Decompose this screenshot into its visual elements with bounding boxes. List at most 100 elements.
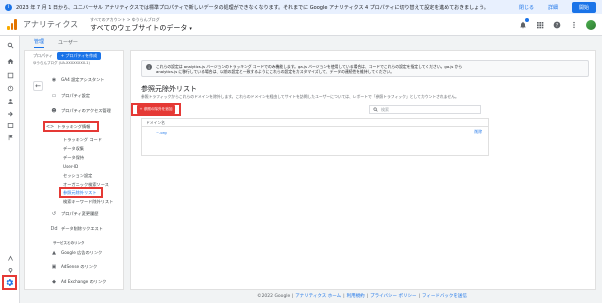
admin-gear-icon[interactable] (2, 275, 17, 290)
nav-item-data-deletion[interactable]: Dd データ削除リクエスト (50, 226, 103, 232)
footer-separator: | (418, 293, 421, 299)
nav-item-tracking-info[interactable]: <> トラッキング情報 (45, 124, 91, 130)
view-name-wrap: すべてのウェブサイトのデータ ▾ (90, 23, 192, 33)
nav-item-label: プロパティ設定 (61, 93, 91, 98)
audience-icon[interactable] (5, 96, 15, 106)
add-referral-exclusion-button[interactable]: + 参照の除外を追加 (136, 105, 176, 114)
delete-link[interactable]: 削除 (474, 129, 482, 135)
referral-exclusion-panel: i これらの設定は analytics.js バージョンのトラッキング コードで… (130, 50, 596, 290)
notification-banner: i 2023 年 7 月 1 日から、ユニバーサル アナリティクスでは標準プロパ… (0, 0, 602, 14)
footer-separator: | (343, 293, 345, 299)
discover-icon[interactable] (5, 265, 15, 275)
footer-link-privacy[interactable]: プライバシー ポリシー (370, 293, 416, 299)
admin-tabs: 管理 ユーザー (20, 36, 602, 48)
table-header-domain: ドメイン名 (142, 119, 488, 127)
property-label: プロパティ (33, 53, 53, 58)
property-header: プロパティ + プロパティを作成 (25, 51, 123, 61)
search-placeholder: 検索 (381, 106, 389, 112)
back-arrow-icon[interactable]: ← (33, 81, 43, 91)
banner-details-link[interactable]: 詳細 (548, 4, 558, 11)
avatar[interactable] (586, 19, 596, 30)
home-icon[interactable] (5, 56, 15, 66)
info-notice-line-2: analytics.js に移行している場合は、以前の設定と一致するようにこれら… (156, 69, 395, 74)
nav-item-property-settings[interactable]: ▭ プロパティ設定 (51, 93, 90, 99)
banner-start-button[interactable]: 開始 (571, 1, 596, 13)
nav-item-adsense-link[interactable]: ▣ AdSense のリンク (51, 264, 98, 270)
table-row: ~.org 削除 (142, 127, 488, 137)
behavior-icon[interactable] (5, 120, 15, 130)
more-vert-icon[interactable] (569, 20, 578, 29)
dd-icon: Dd (50, 226, 58, 232)
apps-grid-icon[interactable] (535, 20, 544, 29)
header-actions: ? (518, 18, 596, 30)
nav-item-property-access[interactable]: ☻ プロパティのアクセス管理 (51, 108, 111, 114)
property-selector[interactable]: ゆうらんブログ (UA-XXXXXXXX-1) (25, 61, 123, 68)
realtime-icon[interactable] (5, 83, 15, 93)
service-links-heading: サービスとのリンク (53, 241, 85, 245)
account-selector[interactable]: すべてのアカウント > ゆうらんブログ すべてのウェブサイトのデータ ▾ (90, 17, 192, 33)
settings-page-icon: ▭ (51, 93, 57, 99)
bell-icon[interactable] (518, 18, 529, 29)
nav-item-change-history[interactable]: ↺ プロパティ変更履歴 (51, 211, 99, 217)
chevron-down-icon: ▾ (189, 25, 192, 32)
nav-item-adx-link[interactable]: ◆ Ad Exchange のリンク (51, 279, 106, 285)
sub-item-search-term-exclusion[interactable]: 検索キーワード除外リスト (63, 199, 113, 205)
nav-item-label: プロパティ変更履歴 (61, 211, 99, 216)
conversions-icon[interactable] (5, 132, 15, 142)
info-icon: i (5, 3, 12, 11)
footer-link-feedback[interactable]: フィードバックを送信 (422, 293, 467, 299)
google-ads-icon: ▲ (52, 250, 56, 256)
sub-item-referral-exclusion[interactable]: 参照元除外リスト (63, 190, 97, 196)
domain-link[interactable]: ~.org (156, 130, 167, 135)
sub-item-data-retention[interactable]: データ保持 (63, 155, 84, 161)
page-description: 参照トラフィックからこれらのドメインを除外します。これらのドメインを経由してサイ… (141, 94, 459, 99)
analytics-logo-icon[interactable] (7, 19, 18, 30)
tab-user[interactable]: ユーザー (58, 37, 78, 48)
banner-close-link[interactable]: 閉じる (519, 4, 534, 11)
acquisition-icon[interactable] (5, 108, 15, 118)
banner-message: 2023 年 7 月 1 日から、ユニバーサル アナリティクスでは標準プロパティ… (16, 4, 489, 11)
nav-item-label: Ad Exchange のリンク (61, 279, 107, 284)
sub-item-user-id[interactable]: User-ID (63, 164, 78, 169)
footer-link-home[interactable]: アナリティクス ホーム (295, 293, 341, 299)
adsense-icon: ▣ (51, 264, 57, 270)
app-name[interactable]: アナリティクス (23, 19, 78, 30)
nav-item-label: プロパティのアクセス管理 (61, 108, 111, 113)
nav-item-ga4-assistant[interactable]: ◉ GA4 設定アシスタント (51, 77, 105, 83)
tab-admin[interactable]: 管理 (34, 36, 45, 48)
sub-item-tracking-code[interactable]: トラッキング コード (63, 137, 102, 143)
info-icon: i (146, 64, 152, 70)
app-header: アナリティクス すべてのアカウント > ゆうらんブログ すべてのウェブサイトのデ… (0, 14, 602, 36)
footer: ©2022 Google | アナリティクス ホーム | 利用規約 | プライバ… (130, 291, 596, 301)
footer-link-terms[interactable]: 利用規約 (347, 293, 365, 299)
copyright: ©2022 Google | (257, 293, 294, 299)
sub-item-session-settings[interactable]: セッション設定 (63, 173, 92, 179)
people-icon: ☻ (51, 108, 57, 114)
nav-item-label: データ削除リクエスト (61, 226, 103, 231)
info-notice-text: これらの設定は analytics.js バージョンのトラッキング コードでのみ… (156, 64, 462, 74)
create-property-button[interactable]: + プロパティを作成 (56, 52, 102, 60)
attribution-icon[interactable] (5, 253, 15, 263)
nav-item-label: Google 広告のリンク (61, 250, 103, 255)
customization-icon[interactable] (5, 70, 15, 80)
code-icon: <> (45, 124, 55, 130)
nav-item-label: トラッキング情報 (57, 124, 91, 129)
sub-item-data-collection[interactable]: データ収集 (63, 146, 84, 152)
history-icon: ↺ (51, 211, 57, 217)
nav-item-label: GA4 設定アシスタント (61, 77, 105, 82)
search-icon (373, 107, 378, 113)
search-input[interactable]: 検索 (369, 105, 481, 114)
nav-item-google-ads-link[interactable]: ▲ Google 広告のリンク (51, 250, 102, 256)
nav-item-label: AdSense のリンク (61, 264, 98, 269)
info-notice: i これらの設定は analytics.js バージョンのトラッキング コードで… (141, 60, 589, 77)
left-nav-rail (0, 36, 20, 303)
ga4-icon: ◉ (51, 77, 57, 83)
view-name: すべてのウェブサイトのデータ (90, 23, 188, 32)
adx-icon: ◆ (52, 279, 56, 285)
add-exclusion-highlight: + 参照の除外を追加 (131, 103, 181, 116)
notification-badge (525, 18, 529, 22)
footer-separator: | (366, 293, 369, 299)
help-icon[interactable]: ? (552, 20, 561, 29)
property-column: プロパティ + プロパティを作成 ゆうらんブログ (UA-XXXXXXXX-1)… (24, 50, 124, 290)
search-icon[interactable] (5, 40, 15, 50)
